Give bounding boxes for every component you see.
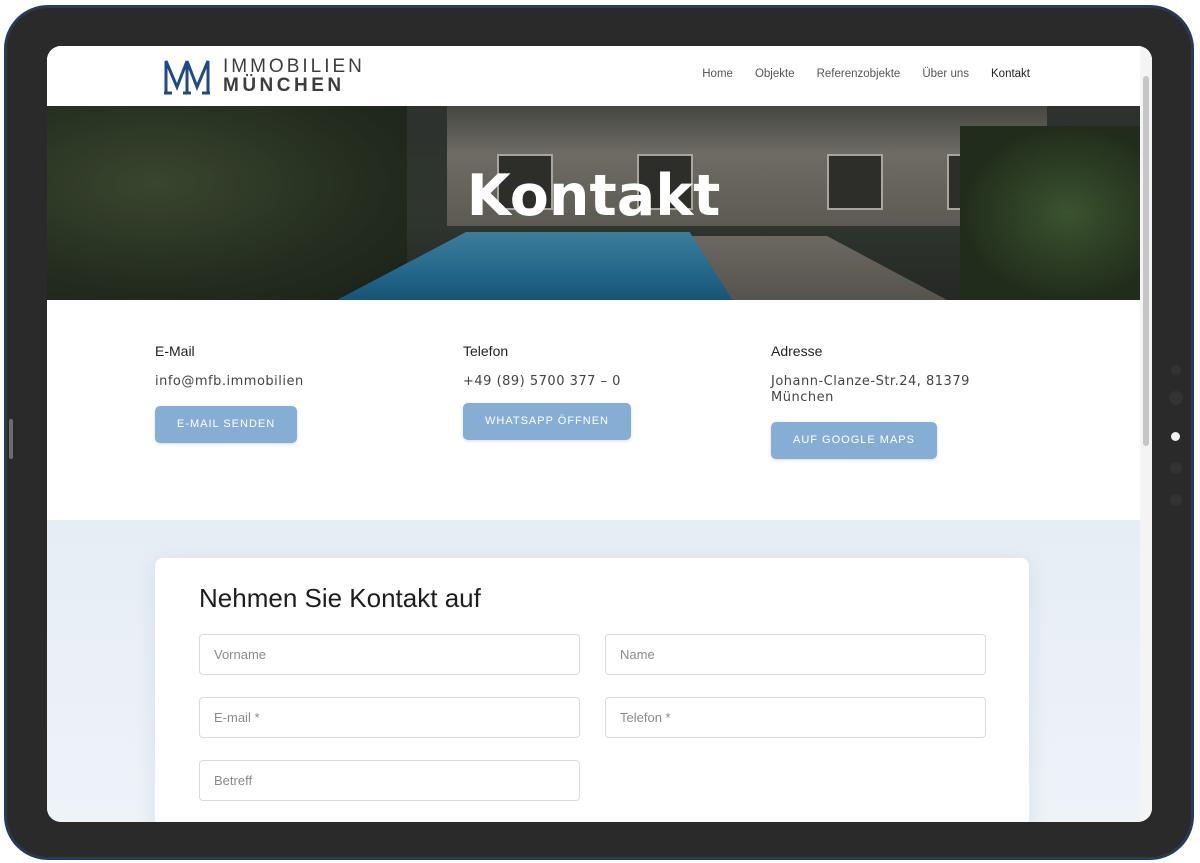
form-title: Nehmen Sie Kontakt auf: [199, 583, 481, 613]
contact-form-card: Nehmen Sie Kontakt auf: [155, 558, 1029, 822]
phone-input[interactable]: [606, 698, 985, 737]
send-email-button[interactable]: E-MAIL SENDEN: [155, 406, 298, 443]
address-line-1: Johann-Clanze-Str.24, 81379: [771, 374, 970, 389]
email-title: E-Mail: [155, 343, 195, 359]
camera-lens: [1169, 391, 1183, 405]
contact-form-section: Nehmen Sie Kontakt auf: [47, 520, 1140, 822]
address-value: Johann-Clanze-Str.24, 81379 München: [771, 374, 1031, 406]
site-header: IMMOBILIEN MÜNCHEN Home Objekte Referenz…: [47, 46, 1140, 106]
phone-field: [605, 697, 986, 738]
google-maps-button[interactable]: AUF GOOGLE MAPS: [771, 422, 937, 459]
name-input[interactable]: [606, 635, 985, 674]
firstname-field: [199, 634, 580, 675]
main-nav: Home Objekte Referenzobjekte Über uns Ko…: [702, 68, 1030, 80]
subject-input[interactable]: [200, 761, 579, 800]
mfb-monogram-icon: [163, 57, 211, 95]
phone-title: Telefon: [463, 343, 509, 359]
contact-info: E-Mail info@mfb.immobilien E-MAIL SENDEN…: [47, 300, 1140, 520]
nav-referenzobjekte[interactable]: Referenzobjekte: [817, 68, 901, 80]
page-title: Kontakt: [466, 163, 721, 229]
tablet-side-button: [9, 419, 13, 459]
sensor-dot: [1170, 462, 1182, 474]
nav-ueber-uns[interactable]: Über uns: [922, 68, 969, 80]
name-field: [605, 634, 986, 675]
subject-field: [199, 760, 580, 801]
site-logo[interactable]: IMMOBILIEN MÜNCHEN: [163, 57, 365, 95]
camera-dot: [1171, 365, 1181, 375]
logo-line-1: IMMOBILIEN: [223, 56, 365, 77]
scrollbar-thumb[interactable]: [1143, 76, 1149, 446]
email-input[interactable]: [200, 698, 579, 737]
page-scrollbar[interactable]: [1140, 46, 1152, 822]
hero-banner: Kontakt: [47, 106, 1140, 300]
email-field: [199, 697, 580, 738]
address-title: Adresse: [771, 343, 823, 359]
logo-line-2: MÜNCHEN: [223, 75, 345, 96]
address-column: Adresse Johann-Clanze-Str.24, 81379 Münc…: [771, 343, 1031, 459]
nav-home[interactable]: Home: [702, 68, 733, 80]
nav-objekte[interactable]: Objekte: [755, 68, 795, 80]
camera-light: [1171, 432, 1180, 441]
address-line-2: München: [771, 390, 834, 405]
browser-screen: IMMOBILIEN MÜNCHEN Home Objekte Referenz…: [47, 46, 1152, 822]
email-value[interactable]: info@mfb.immobilien: [155, 374, 415, 390]
nav-kontakt[interactable]: Kontakt: [991, 68, 1030, 80]
sensor-dot-2: [1170, 494, 1182, 506]
phone-value[interactable]: +49 (89) 5700 377 – 0: [463, 374, 723, 390]
firstname-input[interactable]: [200, 635, 579, 674]
email-column: E-Mail info@mfb.immobilien E-MAIL SENDEN: [155, 343, 415, 443]
phone-column: Telefon +49 (89) 5700 377 – 0 WHATSAPP Ö…: [463, 343, 723, 440]
whatsapp-button[interactable]: WHATSAPP ÖFFNEN: [463, 403, 631, 440]
